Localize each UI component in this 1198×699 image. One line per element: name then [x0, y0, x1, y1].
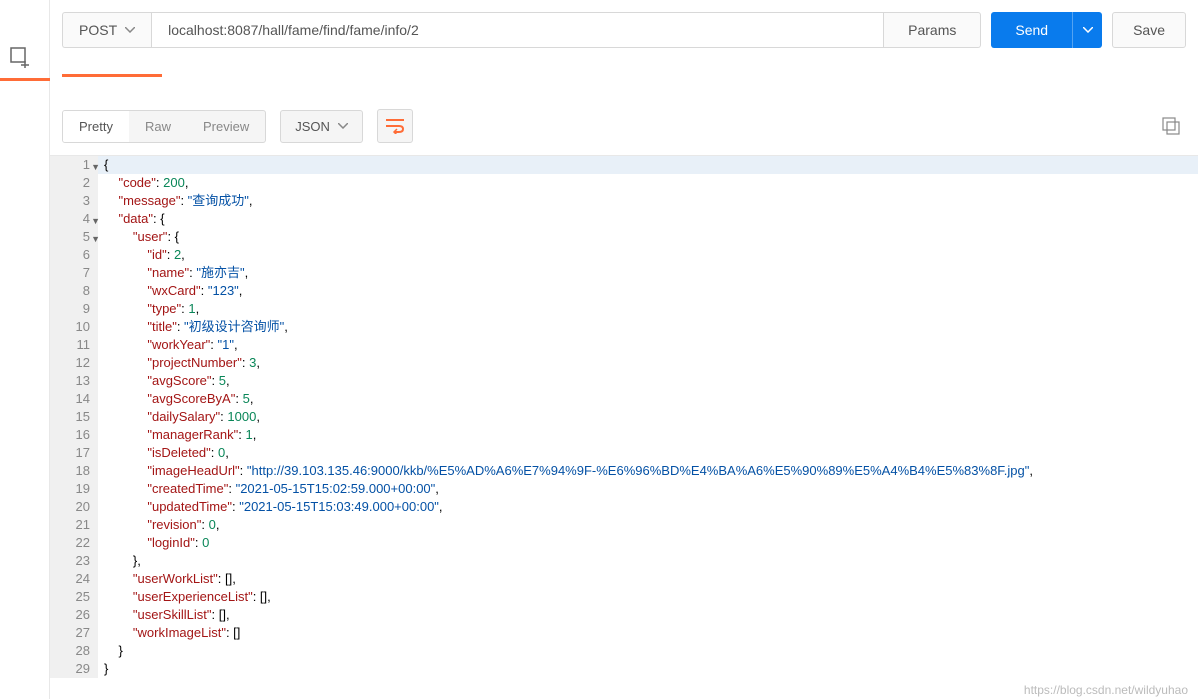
- send-dropdown-button[interactable]: [1072, 12, 1102, 48]
- code-line: 3 "message": "查询成功",: [50, 192, 1198, 210]
- copy-button[interactable]: [1156, 111, 1186, 141]
- request-bar: POST Params Send Save: [50, 0, 1198, 60]
- chevron-down-icon: [125, 27, 135, 33]
- response-controls: Pretty Raw Preview JSON: [50, 97, 1198, 155]
- tab-raw[interactable]: Raw: [129, 111, 187, 142]
- code-line: 27 "workImageList": []: [50, 624, 1198, 642]
- code-line: 12 "projectNumber": 3,: [50, 354, 1198, 372]
- code-line: 24 "userWorkList": [],: [50, 570, 1198, 588]
- copy-icon: [1162, 117, 1180, 135]
- code-line: 21 "revision": 0,: [50, 516, 1198, 534]
- url-input[interactable]: [151, 12, 884, 48]
- code-line: 16 "managerRank": 1,: [50, 426, 1198, 444]
- code-line: 4▼ "data": {: [50, 210, 1198, 228]
- code-line: 29}: [50, 660, 1198, 678]
- watermark: https://blog.csdn.net/wildyuhao: [1024, 683, 1188, 697]
- code-line: 23 },: [50, 552, 1198, 570]
- method-select[interactable]: POST: [62, 12, 151, 48]
- tab-active-indicator: [62, 74, 162, 77]
- code-line: 19 "createdTime": "2021-05-15T15:02:59.0…: [50, 480, 1198, 498]
- code-line: 22 "loginId": 0: [50, 534, 1198, 552]
- active-indicator: [0, 78, 50, 81]
- code-line: 8 "wxCard": "123",: [50, 282, 1198, 300]
- code-line: 17 "isDeleted": 0,: [50, 444, 1198, 462]
- method-text: POST: [79, 22, 117, 38]
- wrap-button[interactable]: [377, 109, 413, 143]
- code-line: 25 "userExperienceList": [],: [50, 588, 1198, 606]
- left-sidebar: [0, 0, 50, 699]
- code-line: 7 "name": "施亦吉",: [50, 264, 1198, 282]
- wrap-icon: [385, 118, 405, 134]
- send-button[interactable]: Send: [991, 12, 1072, 48]
- format-label: JSON: [295, 119, 330, 134]
- save-button[interactable]: Save: [1112, 12, 1186, 48]
- chevron-down-icon: [1083, 27, 1093, 33]
- new-tab-icon[interactable]: [8, 45, 32, 69]
- format-select[interactable]: JSON: [280, 110, 363, 143]
- tab-pretty[interactable]: Pretty: [63, 111, 129, 142]
- code-line: 26 "userSkillList": [],: [50, 606, 1198, 624]
- code-line: 10 "title": "初级设计咨询师",: [50, 318, 1198, 336]
- code-line: 28 }: [50, 642, 1198, 660]
- code-line: 1▼{: [50, 156, 1198, 174]
- code-line: 6 "id": 2,: [50, 246, 1198, 264]
- code-line: 13 "avgScore": 5,: [50, 372, 1198, 390]
- code-line: 20 "updatedTime": "2021-05-15T15:03:49.0…: [50, 498, 1198, 516]
- code-line: 14 "avgScoreByA": 5,: [50, 390, 1198, 408]
- chevron-down-icon: [338, 123, 348, 129]
- code-line: 5▼ "user": {: [50, 228, 1198, 246]
- code-line: 2 "code": 200,: [50, 174, 1198, 192]
- code-line: 15 "dailySalary": 1000,: [50, 408, 1198, 426]
- code-line: 11 "workYear": "1",: [50, 336, 1198, 354]
- params-button[interactable]: Params: [884, 12, 981, 48]
- code-area[interactable]: 1▼{2 "code": 200,3 "message": "查询成功",4▼ …: [50, 155, 1198, 678]
- code-line: 9 "type": 1,: [50, 300, 1198, 318]
- tab-preview[interactable]: Preview: [187, 111, 265, 142]
- code-line: 18 "imageHeadUrl": "http://39.103.135.46…: [50, 462, 1198, 480]
